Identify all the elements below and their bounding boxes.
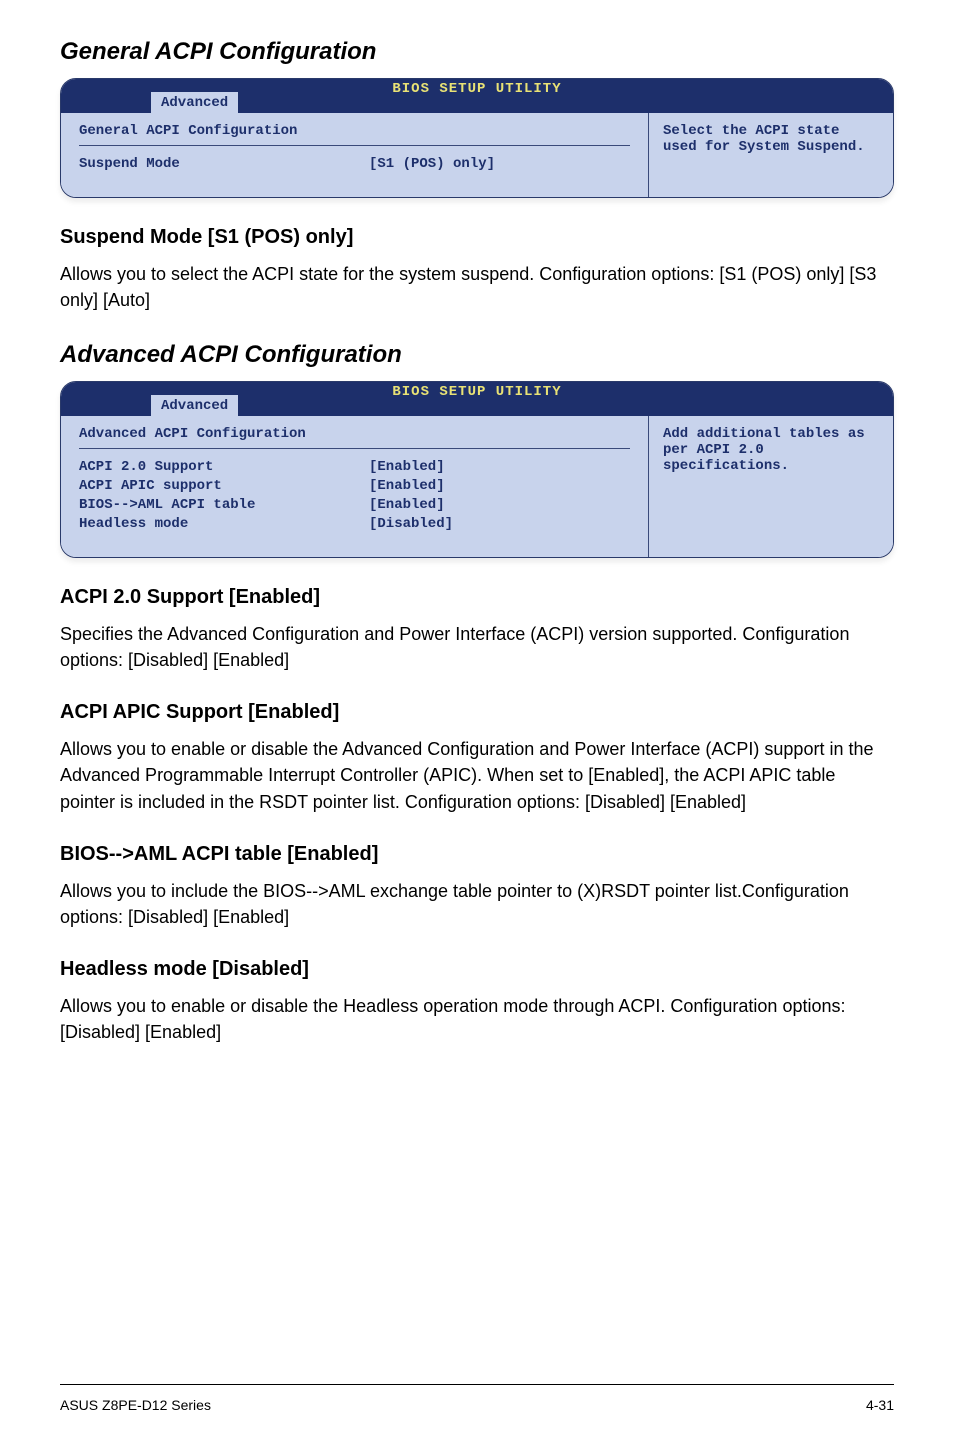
bios-tab-advanced[interactable]: Advanced — [151, 395, 238, 416]
subheading-headless-mode: Headless mode [Disabled] — [60, 958, 894, 981]
footer-product: ASUS Z8PE-D12 Series — [60, 1397, 211, 1413]
bios-section-title: General ACPI Configuration — [79, 123, 630, 139]
subheading-acpi-2-support: ACPI 2.0 Support [Enabled] — [60, 586, 894, 609]
bios-left-panel: Advanced ACPI Configuration ACPI 2.0 Sup… — [61, 416, 648, 557]
bios-row-headless-mode[interactable]: Headless mode [Disabled] — [79, 516, 630, 532]
section-heading-general: General ACPI Configuration — [60, 38, 894, 66]
bios-row-acpi-apic-support[interactable]: ACPI APIC support [Enabled] — [79, 478, 630, 494]
bios-row-value: [Enabled] — [369, 497, 445, 513]
body-bios-aml-table: Allows you to include the BIOS-->AML exc… — [60, 878, 894, 930]
bios-row-label: Headless mode — [79, 516, 369, 532]
bios-left-panel: General ACPI Configuration Suspend Mode … — [61, 113, 648, 197]
bios-row-label: ACPI APIC support — [79, 478, 369, 494]
body-suspend-mode: Allows you to select the ACPI state for … — [60, 261, 894, 313]
bios-tab-advanced[interactable]: Advanced — [151, 92, 238, 113]
bios-panel-advanced: BIOS SETUP UTILITY Advanced Advanced ACP… — [60, 381, 894, 558]
bios-row-label: Suspend Mode — [79, 156, 369, 172]
section-heading-advanced: Advanced ACPI Configuration — [60, 341, 894, 369]
bios-help-panel: Select the ACPI state used for System Su… — [648, 113, 893, 197]
bios-row-acpi-2-support[interactable]: ACPI 2.0 Support [Enabled] — [79, 459, 630, 475]
bios-panel-general: BIOS SETUP UTILITY Advanced General ACPI… — [60, 78, 894, 198]
bios-section-title: Advanced ACPI Configuration — [79, 426, 630, 442]
body-acpi-2-support: Specifies the Advanced Configuration and… — [60, 621, 894, 673]
body-headless-mode: Allows you to enable or disable the Head… — [60, 993, 894, 1045]
bios-row-label: ACPI 2.0 Support — [79, 459, 369, 475]
page-footer: ASUS Z8PE-D12 Series 4-31 — [60, 1384, 894, 1413]
bios-separator — [79, 448, 630, 449]
bios-row-suspend-mode[interactable]: Suspend Mode [S1 (POS) only] — [79, 156, 630, 172]
bios-menubar: BIOS SETUP UTILITY Advanced — [61, 382, 893, 416]
bios-row-bios-aml-table[interactable]: BIOS-->AML ACPI table [Enabled] — [79, 497, 630, 513]
bios-row-value: [S1 (POS) only] — [369, 156, 495, 172]
body-acpi-apic-support: Allows you to enable or disable the Adva… — [60, 736, 894, 814]
subheading-acpi-apic-support: ACPI APIC Support [Enabled] — [60, 701, 894, 724]
bios-row-value: [Enabled] — [369, 478, 445, 494]
bios-row-value: [Enabled] — [369, 459, 445, 475]
subheading-bios-aml-table: BIOS-->AML ACPI table [Enabled] — [60, 843, 894, 866]
subheading-suspend-mode: Suspend Mode [S1 (POS) only] — [60, 226, 894, 249]
bios-help-panel: Add additional tables as per ACPI 2.0 sp… — [648, 416, 893, 557]
bios-menubar: BIOS SETUP UTILITY Advanced — [61, 79, 893, 113]
footer-page-number: 4-31 — [866, 1397, 894, 1413]
bios-row-label: BIOS-->AML ACPI table — [79, 497, 369, 513]
bios-separator — [79, 145, 630, 146]
bios-row-value: [Disabled] — [369, 516, 453, 532]
